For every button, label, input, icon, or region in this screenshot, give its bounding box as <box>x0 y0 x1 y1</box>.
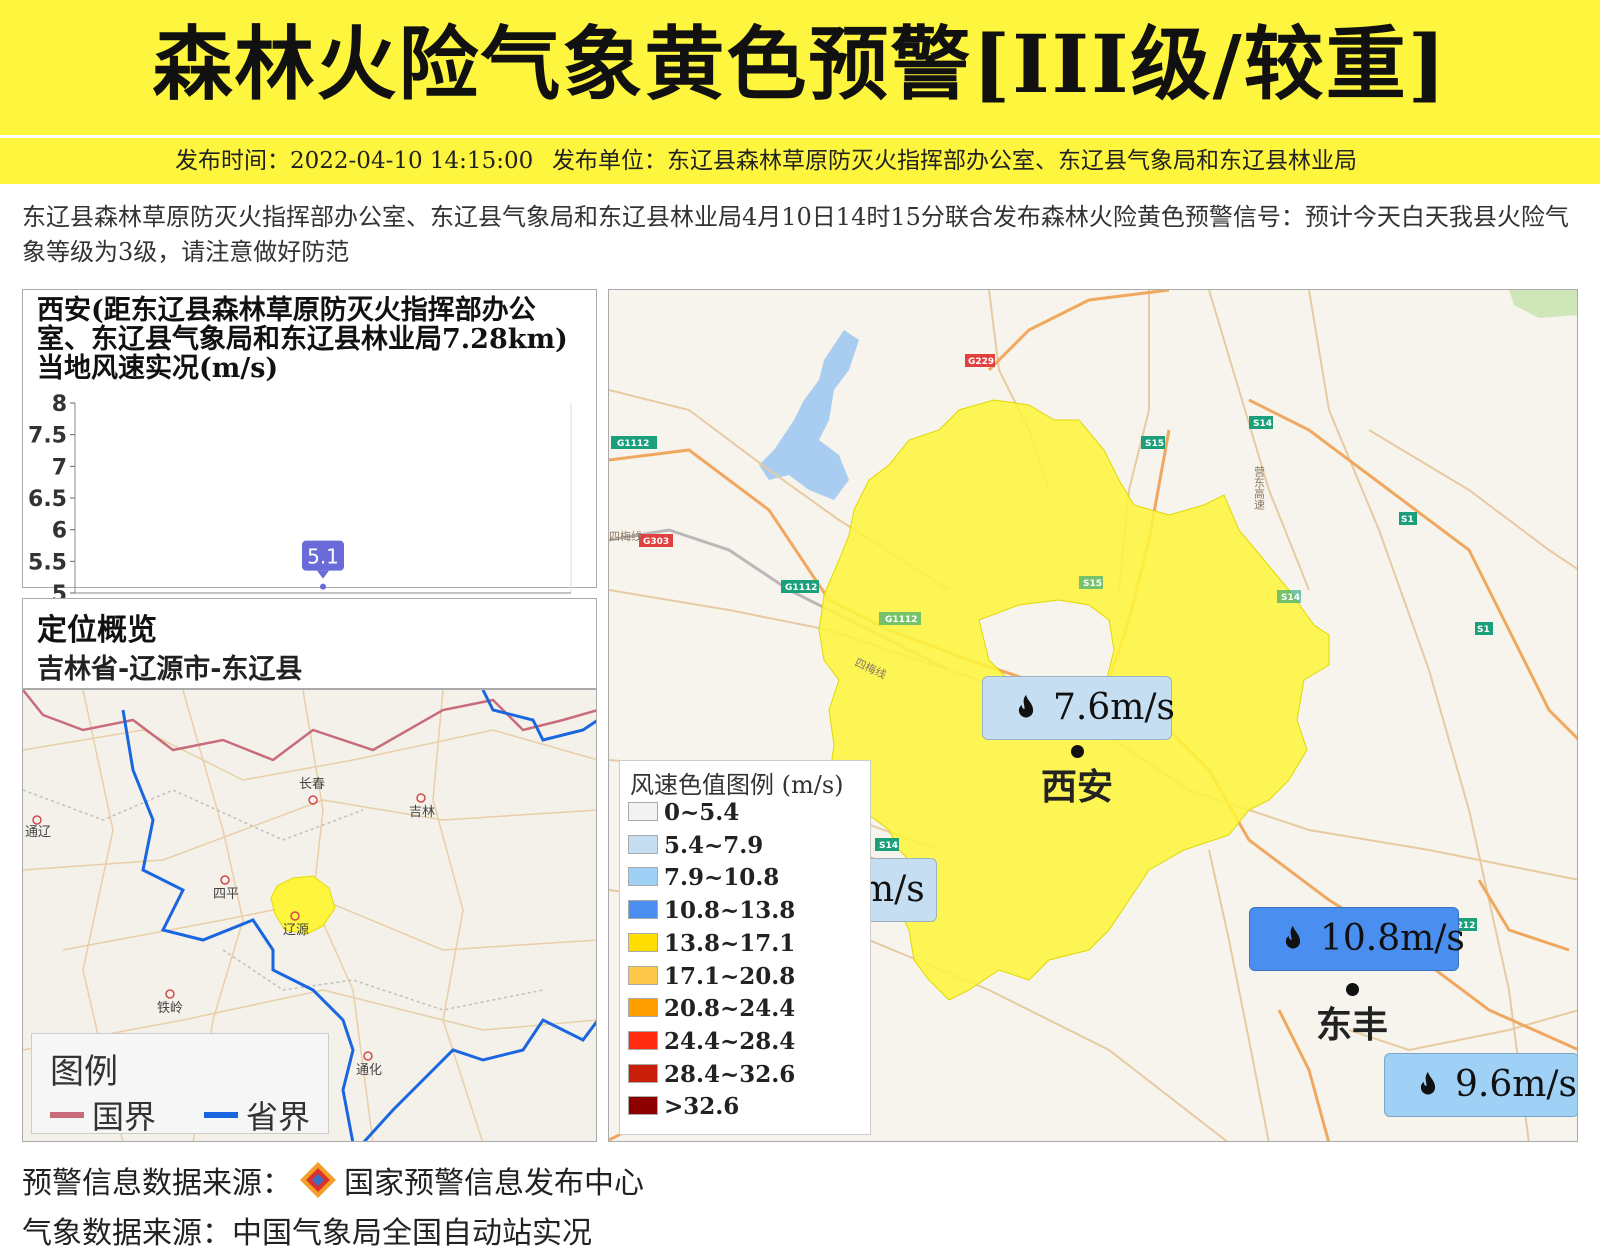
overview-legend-title: 图例 <box>50 1052 118 1092</box>
station-marker[interactable] <box>1346 983 1359 996</box>
wind-legend-swatch <box>628 998 658 1018</box>
wind-legend-swatch <box>628 834 658 854</box>
wind-legend-swatch <box>628 900 658 920</box>
road-shield: S14 <box>879 841 898 851</box>
city-label: 长春 <box>299 777 325 792</box>
warning-source: 预警信息数据来源： 国家预警信息发布中心 <box>22 1158 644 1202</box>
wind-legend-label: >32.6 <box>664 1093 740 1121</box>
location-region: 吉林省-辽源市-东辽县 <box>37 654 303 685</box>
wind-legend-label: 7.9~10.8 <box>664 864 780 892</box>
publisher: 发布单位：东辽县森林草原防灭火指挥部办公室、东辽县气象局和东辽县林业局 <box>552 148 1357 174</box>
data-point <box>320 583 326 590</box>
warning-source-org: 国家预警信息发布中心 <box>344 1166 644 1201</box>
wind-chart-panel: 西安(距东辽县森林草原防灭火指挥部办公室、东辽县气象局和东辽县林业局7.28km… <box>22 289 597 634</box>
road-shield: S15 <box>1083 579 1102 589</box>
wind-chart: 55.566.577.5814时5.1 <box>28 392 572 634</box>
station-wind-speed: 10.8m/s <box>1320 918 1465 959</box>
warning-description: 东辽县森林草原防灭火指挥部办公室、东辽县气象局和东辽县林业局4月10日14时15… <box>22 203 1569 266</box>
overview-map-legend: 图例 国界 省界 <box>31 1033 329 1136</box>
road-shield: G1112 <box>885 615 917 625</box>
wind-legend-label: 0~5.4 <box>664 799 740 826</box>
y-tick-label: 6 <box>52 519 67 544</box>
location-heading: 定位概览 <box>37 613 157 648</box>
city-label: 吉林 <box>409 805 435 820</box>
city-label: 通化 <box>356 1063 382 1078</box>
fire-icon <box>1285 925 1301 949</box>
wind-legend-label: 10.8~13.8 <box>664 897 796 925</box>
station-wind-bubble[interactable]: 7.6m/s <box>982 676 1175 740</box>
line-label: 四梅线 <box>609 529 642 543</box>
publish-time: 发布时间：2022-04-10 14:15:00 <box>175 148 534 174</box>
wind-legend-swatch <box>628 867 658 887</box>
station-name: 西安 <box>1041 767 1114 808</box>
title-banner: 森林火险气象黄色预警[III级/较重] <box>0 0 1600 135</box>
wind-legend-swatch <box>628 932 658 952</box>
province-border-label: 省界 <box>246 1098 311 1136</box>
wind-legend-label: 5.4~7.9 <box>664 831 764 859</box>
wind-legend-swatch <box>628 1096 658 1116</box>
y-tick-label: 5.5 <box>28 550 67 575</box>
wind-legend-label: 13.8~17.1 <box>664 929 796 957</box>
national-border-label: 国界 <box>92 1098 157 1136</box>
wind-legend-swatch <box>628 1030 658 1050</box>
y-tick-label: 7.5 <box>28 424 67 449</box>
station-wind-speed: 7.6m/s <box>1053 687 1175 728</box>
wind-legend-label: 28.4~32.6 <box>664 1060 796 1088</box>
wind-legend-label: 17.1~20.8 <box>664 962 796 990</box>
road-shield: S14 <box>1253 419 1272 429</box>
road-shield: S15 <box>1145 439 1164 449</box>
wind-speed-legend: 风速色值图例 (m/s) 0~5.4 5.4~7.9 7.9~10.8 10.8~13… <box>619 760 871 1135</box>
wind-map[interactable]: G229 G1112 S15 S14 S1 G303 G1112 G1112 S… <box>608 289 1578 1142</box>
station-name: 东丰 <box>1316 1005 1389 1046</box>
publish-info-bar: 发布时间：2022-04-10 14:15:00 发布单位：东辽县森林草原防灭火… <box>0 138 1600 184</box>
data-label-pointer <box>317 570 329 579</box>
city-label: 铁岭 <box>157 1001 183 1016</box>
wind-legend-swatch <box>628 802 658 821</box>
location-panel: 定位概览 吉林省-辽源市-东辽县 <box>22 598 597 689</box>
fire-icon <box>1420 1071 1436 1095</box>
weather-source: 气象数据来源：中国气象局全国自动站实况 <box>22 1216 592 1251</box>
y-tick-label: 8 <box>52 392 67 417</box>
road-shield: G303 <box>643 537 669 547</box>
road-shield: S14 <box>1281 593 1300 603</box>
warning-center-logo <box>300 1162 336 1198</box>
fire-icon <box>1018 694 1034 718</box>
road-shield: G229 <box>968 357 994 367</box>
wind-legend-label: 24.4~28.4 <box>664 1027 796 1055</box>
station-marker[interactable] <box>1071 745 1084 758</box>
station-wind-bubble[interactable]: 10.8m/s <box>1249 907 1465 971</box>
road-shield: S1 <box>1477 625 1490 635</box>
wind-legend-swatch <box>628 1063 658 1083</box>
city-label: 辽源 <box>283 923 309 938</box>
city-label: 通辽 <box>25 825 51 840</box>
road-shield: G1112 <box>785 583 817 593</box>
line-label: 营东高速 <box>1253 465 1266 510</box>
page-title: 森林火险气象黄色预警[III级/较重] <box>152 17 1448 111</box>
warning-source-label: 预警信息数据来源： <box>22 1166 292 1201</box>
overview-map[interactable]: 长春 吉林 通辽 四平 辽源 铁岭 通化 图例 国界 省界 <box>22 689 597 1142</box>
road-shield: S1 <box>1401 515 1414 525</box>
station-wind-speed: 9.6m/s <box>1455 1064 1577 1105</box>
road-shield: G1112 <box>617 439 649 449</box>
wind-legend-label: 20.8~24.4 <box>664 995 796 1023</box>
wind-legend-swatch <box>628 965 658 985</box>
national-border-swatch <box>50 1112 84 1118</box>
y-tick-label: 6.5 <box>28 487 67 512</box>
data-label: 5.1 <box>307 545 339 569</box>
y-tick-label: 7 <box>52 455 67 480</box>
wind-legend-title: 风速色值图例 (m/s) <box>630 771 844 799</box>
city-label: 四平 <box>213 887 239 902</box>
province-border-swatch <box>204 1112 238 1118</box>
station-wind-bubble[interactable]: 9.6m/s <box>1384 1053 1577 1117</box>
